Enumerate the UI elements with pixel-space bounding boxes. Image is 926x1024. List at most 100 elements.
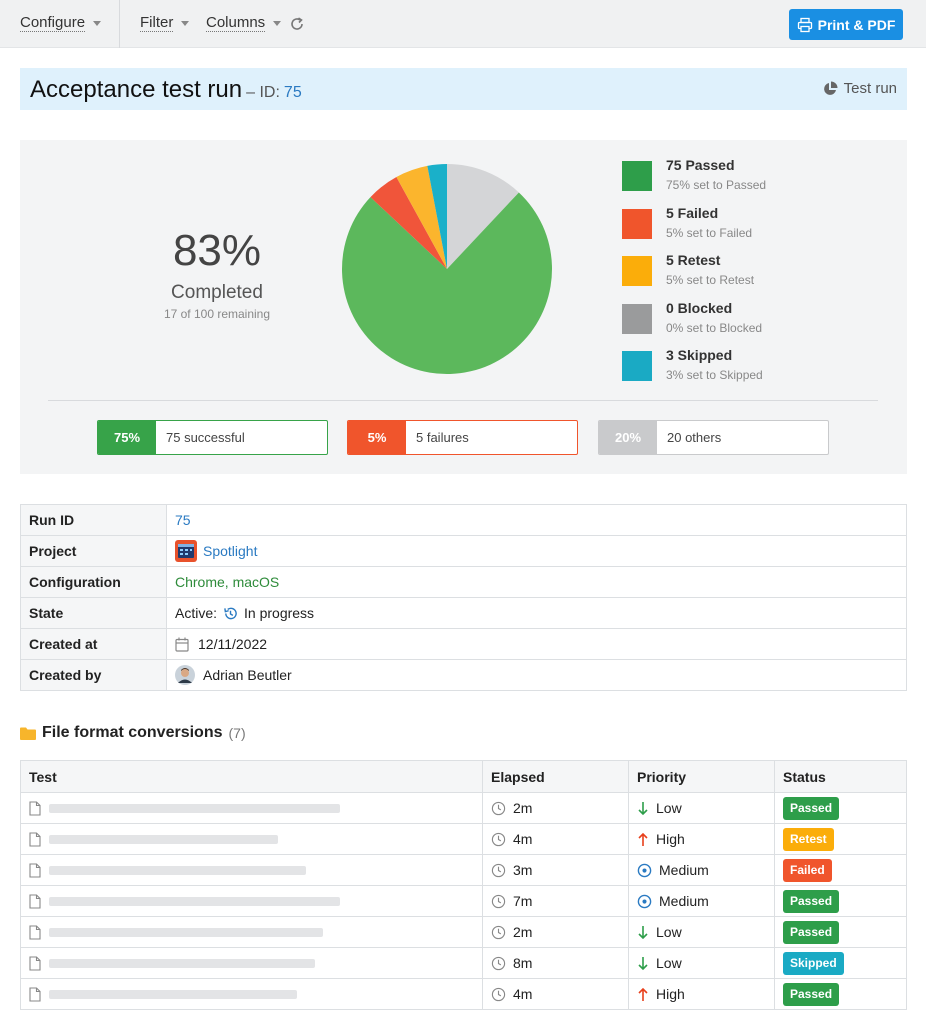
table-row[interactable]: 3m Medium Failed (20, 854, 907, 886)
legend-title: 3 Skipped (666, 347, 733, 363)
summary-divider (48, 400, 878, 401)
column-header-elapsed[interactable]: Elapsed (482, 760, 629, 793)
table-row[interactable]: 2m Low Passed (20, 916, 907, 948)
toolbar-divider (119, 0, 120, 48)
detail-row-state: State Active: In progress (20, 597, 907, 629)
legend-swatch (622, 256, 652, 286)
arrow-up-icon (638, 987, 648, 1001)
status-badge[interactable]: Passed (783, 889, 840, 913)
test-cell[interactable] (20, 978, 483, 1010)
elapsed-value: 7m (513, 893, 533, 909)
priority-cell: Low (628, 947, 775, 979)
priority-value: Low (656, 955, 682, 971)
section-count: (7) (228, 725, 246, 741)
tests-table: Test Elapsed Priority Status 2m Low Passed… (20, 760, 907, 1010)
arrow-down-icon (638, 956, 648, 970)
status-badge[interactable]: Retest (783, 827, 834, 851)
history-icon (224, 607, 237, 619)
run-id-link[interactable]: 75 (175, 512, 191, 528)
elapsed-cell: 8m (482, 947, 629, 979)
legend-subtitle: 3% set to Skipped (666, 368, 763, 382)
status-cell: Skipped (774, 947, 907, 979)
status-cell: Passed (774, 885, 907, 917)
status-badge[interactable]: Passed (783, 796, 840, 820)
elapsed-cell: 2m (482, 792, 629, 824)
status-badge[interactable]: Passed (783, 920, 840, 944)
elapsed-value: 8m (513, 955, 533, 971)
test-cell[interactable] (20, 854, 483, 886)
document-icon (29, 863, 41, 878)
priority-cell: Low (628, 916, 775, 948)
printer-icon (797, 17, 812, 32)
elapsed-cell: 4m (482, 823, 629, 855)
table-row[interactable]: 4m High Retest (20, 823, 907, 855)
test-cell[interactable] (20, 947, 483, 979)
priority-cell: Medium (628, 854, 775, 886)
arrow-down-icon (638, 801, 648, 815)
elapsed-cell: 4m (482, 978, 629, 1010)
run-details-table: Run ID 75 Project Spotlight Configuratio… (20, 504, 907, 691)
legend-item: 75 Passed 75% set to Passed (622, 157, 882, 193)
column-header-status[interactable]: Status (774, 760, 907, 793)
legend-subtitle: 0% set to Blocked (666, 320, 763, 335)
document-icon (29, 956, 41, 971)
elapsed-value: 2m (513, 924, 533, 940)
test-title-placeholder (49, 804, 340, 814)
completion-percent: 83% (172, 226, 262, 275)
filter-dropdown[interactable]: Filter (140, 15, 190, 32)
priority-cell: Medium (628, 885, 775, 917)
legend-title: 0 Blocked (666, 299, 733, 316)
test-title-placeholder (49, 959, 315, 969)
columns-dropdown[interactable]: Columns (206, 14, 282, 32)
detail-label: Created by (20, 659, 167, 691)
status-cell: Failed (774, 854, 907, 886)
columns-label: Columns (206, 14, 266, 32)
configuration-value: Chrome, macOS (175, 574, 280, 590)
legend-subtitle: 5% set to Retest (666, 273, 755, 287)
page-title: Acceptance test run – ID: 75 (30, 76, 302, 104)
remaining-text: 17 of 100 remaining (163, 307, 271, 321)
refresh-icon[interactable] (288, 15, 306, 33)
configure-dropdown[interactable]: Configure (20, 14, 102, 32)
table-row[interactable]: 7m Medium Passed (20, 885, 907, 917)
clock-icon (491, 925, 506, 939)
elapsed-value: 3m (513, 862, 533, 878)
elapsed-cell: 7m (482, 885, 629, 917)
test-cell[interactable] (20, 885, 483, 917)
status-cell: Passed (774, 916, 907, 948)
legend-title: 5 Retest (666, 252, 721, 268)
table-row[interactable]: 4m High Passed (20, 978, 907, 1010)
test-cell[interactable] (20, 916, 483, 948)
priority-cell: High (628, 978, 775, 1010)
project-link[interactable]: Spotlight (203, 543, 257, 559)
detail-row-configuration: Configuration Chrome, macOS (20, 566, 907, 598)
print-pdf-button[interactable]: Print & PDF (789, 9, 903, 40)
column-header-priority[interactable]: Priority (628, 760, 775, 793)
table-row[interactable]: 8m Low Skipped (20, 947, 907, 979)
legend-subtitle: 5% set to Failed (666, 225, 753, 240)
legend-swatch (622, 303, 652, 334)
test-cell[interactable] (20, 792, 483, 824)
legend-item: 5 Retest 5% set to Retest (622, 252, 882, 288)
project-icon (175, 540, 197, 562)
chevron-down-icon (273, 21, 282, 26)
status-badge[interactable]: Passed (783, 982, 840, 1006)
document-icon (29, 801, 41, 816)
configure-label: Configure (20, 14, 86, 32)
tests-body: 2m Low Passed 4m High Retest 3m Medium Failed 7m M… (20, 792, 907, 1010)
document-icon (29, 832, 41, 847)
legend-swatch (622, 208, 652, 239)
title-id-link[interactable]: 75 (284, 84, 302, 101)
result-pill: 5% 5 failures (347, 420, 578, 455)
status-badge[interactable]: Skipped (783, 951, 844, 975)
toolbar: Configure Filter Columns Print & PDF (0, 0, 926, 48)
clock-icon (491, 801, 506, 815)
column-header-test[interactable]: Test (20, 760, 483, 793)
section-title: File format conversions (42, 724, 223, 741)
completion-label: Completed (171, 282, 263, 303)
legend-swatch (622, 161, 652, 191)
status-badge[interactable]: Failed (783, 858, 832, 882)
test-title-placeholder (49, 866, 306, 876)
table-row[interactable]: 2m Low Passed (20, 792, 907, 824)
test-cell[interactable] (20, 823, 483, 855)
